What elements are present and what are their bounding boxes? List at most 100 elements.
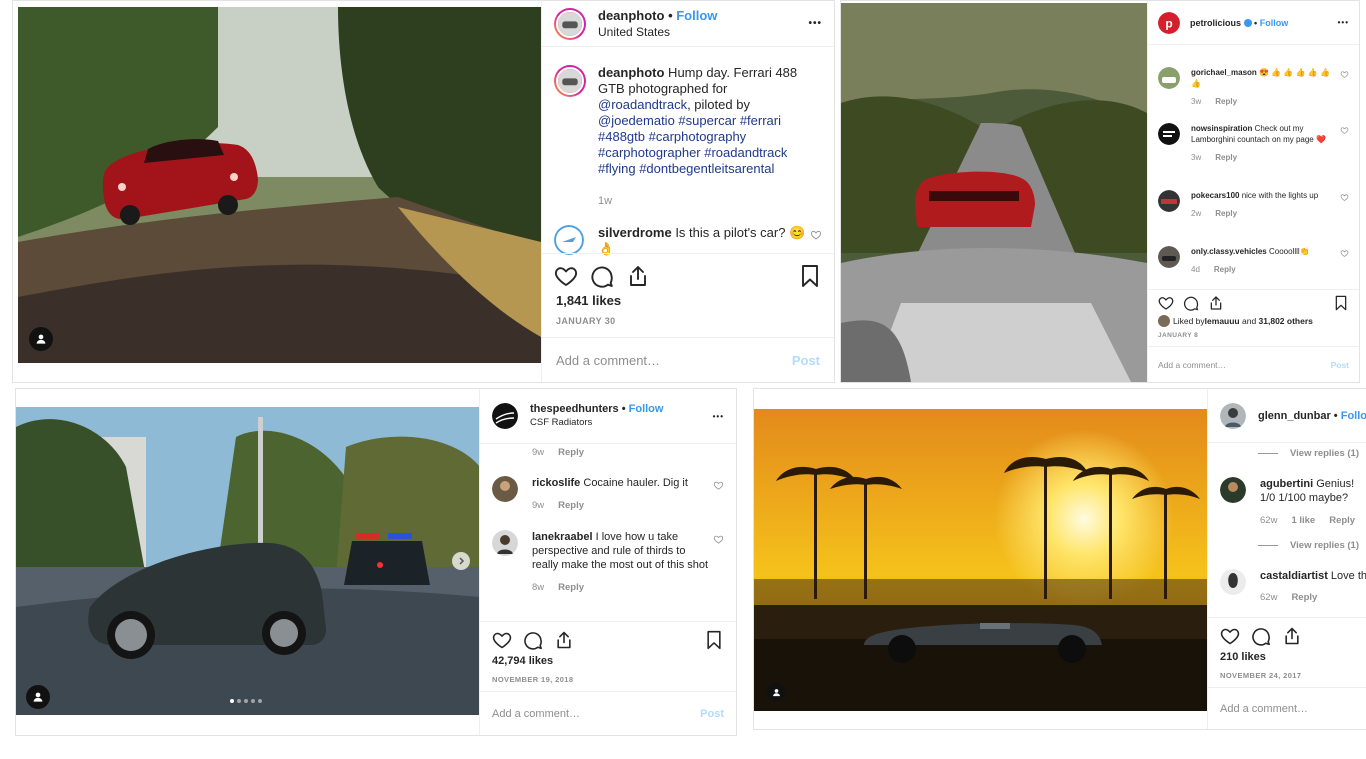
bookmark-icon[interactable] bbox=[798, 264, 822, 288]
post-photo-countach[interactable] bbox=[841, 3, 1147, 382]
heart-icon[interactable] bbox=[554, 264, 578, 288]
post-date[interactable]: JANUARY 30 bbox=[556, 316, 616, 326]
avatar[interactable] bbox=[1220, 402, 1246, 429]
reply-button[interactable]: Reply bbox=[1214, 265, 1236, 274]
comment-username[interactable]: lanekraabel bbox=[532, 531, 593, 543]
comment-username[interactable]: rickoslife bbox=[532, 477, 580, 489]
share-icon[interactable] bbox=[554, 630, 574, 650]
like-comment-icon[interactable] bbox=[1340, 193, 1349, 202]
reply-button[interactable]: Reply bbox=[558, 500, 584, 511]
reply-button[interactable]: Reply bbox=[1215, 153, 1237, 162]
share-icon[interactable] bbox=[1282, 626, 1302, 646]
follow-button[interactable]: Follow bbox=[1260, 18, 1289, 28]
like-comment-icon[interactable] bbox=[713, 534, 724, 545]
post-photo-lamborghini[interactable] bbox=[16, 407, 480, 715]
more-options-icon[interactable]: ••• bbox=[713, 412, 724, 421]
bookmark-icon[interactable] bbox=[704, 630, 724, 650]
avatar[interactable] bbox=[1220, 569, 1246, 595]
comment-icon[interactable] bbox=[1251, 626, 1271, 646]
comment-icon[interactable] bbox=[523, 630, 543, 650]
tagged-user-icon[interactable] bbox=[767, 683, 785, 701]
view-replies-button[interactable]: View replies (1) bbox=[1258, 448, 1359, 459]
post-photo-f1[interactable] bbox=[754, 409, 1207, 711]
username[interactable]: glenn_dunbar bbox=[1258, 410, 1331, 422]
tagged-user-icon[interactable] bbox=[26, 685, 50, 709]
reply-button[interactable]: Reply bbox=[1215, 97, 1237, 106]
post-date[interactable]: NOVEMBER 24, 2017 bbox=[1220, 671, 1301, 680]
add-comment-input[interactable]: Add a comment… bbox=[1220, 703, 1308, 715]
post-photo-ferrari[interactable] bbox=[18, 7, 541, 363]
comment-username[interactable]: castaldiartist bbox=[1260, 570, 1328, 582]
comment-username[interactable]: only.classy.vehicles bbox=[1191, 247, 1267, 256]
heart-icon[interactable] bbox=[492, 630, 512, 650]
avatar[interactable] bbox=[1220, 477, 1246, 503]
avatar[interactable] bbox=[554, 7, 586, 40]
more-options-icon[interactable]: ••• bbox=[808, 18, 822, 29]
reply-button[interactable]: Reply bbox=[1329, 515, 1355, 526]
likes-count[interactable]: 1,841 likes bbox=[556, 293, 621, 308]
avatar[interactable] bbox=[554, 65, 586, 97]
username[interactable]: deanphoto bbox=[598, 8, 664, 23]
comment-icon[interactable] bbox=[590, 264, 614, 288]
post-date[interactable]: JANUARY 8 bbox=[1158, 332, 1198, 339]
location[interactable]: CSF Radiators bbox=[530, 416, 663, 430]
username[interactable]: petrolicious bbox=[1190, 18, 1241, 28]
add-comment-input[interactable]: Add a comment… bbox=[492, 708, 580, 720]
avatar[interactable] bbox=[1158, 315, 1170, 327]
username[interactable]: thespeedhunters bbox=[530, 403, 619, 415]
caption-hashtags[interactable]: @joedematio #supercar #ferrari #488gtb #… bbox=[598, 113, 787, 176]
add-comment-input[interactable]: Add a comment… bbox=[1158, 360, 1226, 370]
add-comment-input[interactable]: Add a comment… bbox=[556, 353, 660, 368]
avatar[interactable] bbox=[1158, 123, 1180, 145]
follow-button[interactable]: Follow bbox=[629, 403, 664, 415]
like-comment-icon[interactable] bbox=[1340, 249, 1349, 258]
view-replies-button[interactable]: View replies (1) bbox=[1258, 540, 1359, 551]
share-icon[interactable] bbox=[1208, 295, 1224, 311]
tagged-user-icon[interactable] bbox=[29, 327, 53, 351]
comment-username[interactable]: gorichael_mason bbox=[1191, 68, 1257, 77]
like-comment-icon[interactable] bbox=[810, 229, 822, 241]
comment-likes[interactable]: 1 like bbox=[1291, 515, 1315, 526]
caption-time[interactable]: 1w bbox=[598, 193, 822, 209]
liked-others[interactable]: 31,802 others bbox=[1259, 316, 1313, 326]
bookmark-icon[interactable] bbox=[1333, 295, 1349, 311]
comment-username[interactable]: silverdrome bbox=[598, 225, 672, 240]
likes-count[interactable]: 42,794 likes bbox=[492, 655, 553, 667]
like-comment-icon[interactable] bbox=[1340, 126, 1349, 135]
avatar[interactable] bbox=[554, 225, 584, 255]
carousel-dots[interactable] bbox=[230, 699, 262, 703]
like-comment-icon[interactable] bbox=[713, 480, 724, 491]
avatar[interactable] bbox=[492, 476, 518, 502]
like-comment-icon[interactable] bbox=[1340, 70, 1349, 79]
next-arrow-icon[interactable] bbox=[452, 552, 470, 570]
avatar[interactable]: p bbox=[1158, 11, 1180, 34]
follow-button[interactable]: Follow bbox=[1341, 410, 1366, 422]
comment-username[interactable]: nowsinspiration bbox=[1191, 124, 1252, 133]
reply-button[interactable]: Reply bbox=[1291, 592, 1317, 603]
avatar[interactable] bbox=[492, 530, 518, 556]
post-button[interactable]: Post bbox=[700, 708, 724, 720]
avatar[interactable] bbox=[1158, 246, 1180, 268]
avatar[interactable] bbox=[1158, 190, 1180, 212]
caption-mention[interactable]: @roadandtrack bbox=[598, 97, 687, 112]
avatar[interactable] bbox=[492, 403, 518, 429]
heart-icon[interactable] bbox=[1220, 626, 1240, 646]
comment-username[interactable]: pokecars100 bbox=[1191, 191, 1239, 200]
caption-username[interactable]: deanphoto bbox=[598, 65, 664, 80]
follow-button[interactable]: Follow bbox=[676, 8, 717, 23]
post-button[interactable]: Post bbox=[792, 353, 820, 368]
liked-by-user[interactable]: lemauuu bbox=[1205, 316, 1240, 326]
likes-count[interactable]: 210 likes bbox=[1220, 651, 1266, 663]
post-button[interactable]: Post bbox=[1331, 360, 1349, 370]
reply-button[interactable]: Reply bbox=[1215, 209, 1237, 218]
reply-button[interactable]: Reply bbox=[558, 447, 584, 458]
more-options-icon[interactable]: ••• bbox=[1338, 18, 1349, 27]
location[interactable]: United States bbox=[598, 24, 717, 40]
avatar[interactable] bbox=[1158, 67, 1180, 89]
reply-button[interactable]: Reply bbox=[558, 582, 584, 593]
comment-username[interactable]: agubertini bbox=[1260, 478, 1313, 490]
heart-icon[interactable] bbox=[1158, 295, 1174, 311]
comment-icon[interactable] bbox=[1183, 295, 1199, 311]
share-icon[interactable] bbox=[626, 264, 650, 288]
post-date[interactable]: NOVEMBER 19, 2018 bbox=[492, 675, 573, 684]
